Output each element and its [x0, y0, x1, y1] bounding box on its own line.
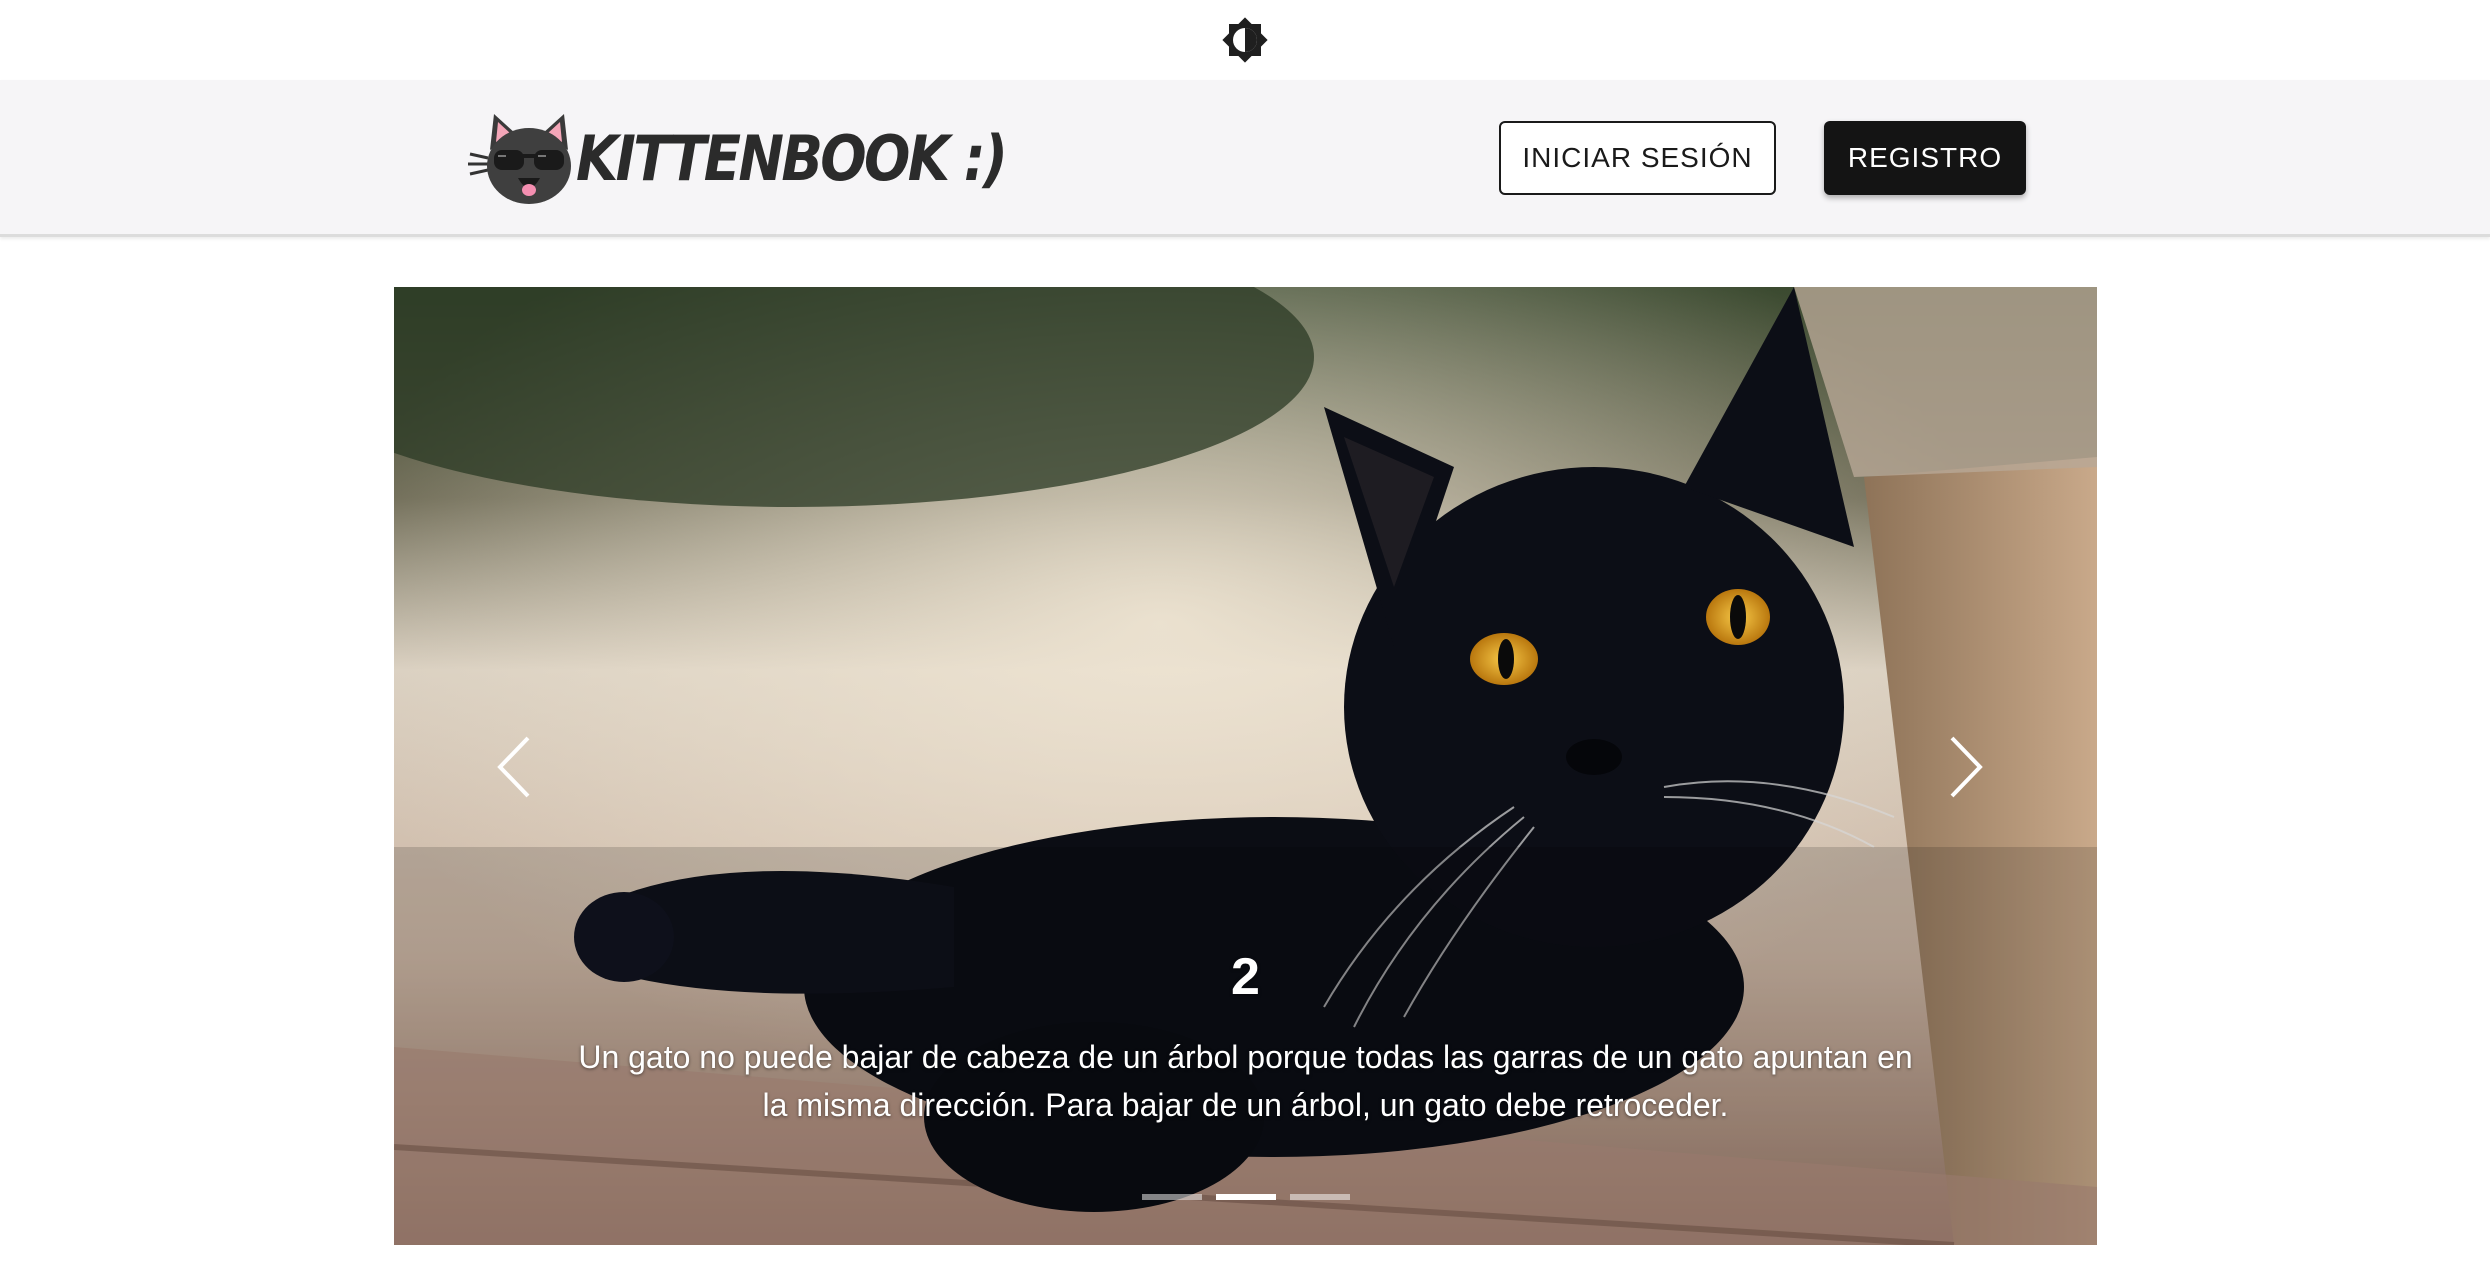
caption-text: Un gato no puede bajar de cabeza de un á…	[578, 1039, 1913, 1123]
chevron-left-icon	[497, 736, 530, 798]
cat-facts-carousel: 2 Un gato no puede bajar de cabeza de un…	[394, 287, 2097, 1245]
caption-title: 2	[1231, 948, 1260, 1006]
carousel-indicator-3[interactable]	[1289, 1194, 1350, 1200]
theme-toggle-button[interactable]	[1217, 12, 1273, 68]
brightness-icon	[1222, 17, 1268, 63]
login-button[interactable]: INICIAR SESIÓN	[1499, 121, 1776, 195]
top-navbar: KITTENBOOK :) INICIAR SESIÓN REGISTRO	[0, 80, 2490, 237]
chevron-right-icon	[1950, 736, 1983, 798]
carousel-next-button[interactable]	[1896, 687, 2036, 847]
theme-toggle-row	[0, 0, 2490, 80]
carousel-indicators	[394, 1187, 2097, 1207]
brand-link[interactable]: KITTENBOOK :)	[468, 106, 1064, 210]
brand-name: KITTENBOOK :)	[576, 121, 1008, 195]
carousel-indicator-1[interactable]	[1141, 1194, 1202, 1200]
carousel-indicator-2[interactable]	[1215, 1194, 1276, 1200]
carousel-prev-button[interactable]	[444, 687, 584, 847]
register-button[interactable]: REGISTRO	[1824, 121, 2026, 195]
carousel-caption: 2 Un gato no puede bajar de cabeza de un…	[574, 947, 1917, 1129]
cat-logo-icon	[468, 114, 571, 204]
